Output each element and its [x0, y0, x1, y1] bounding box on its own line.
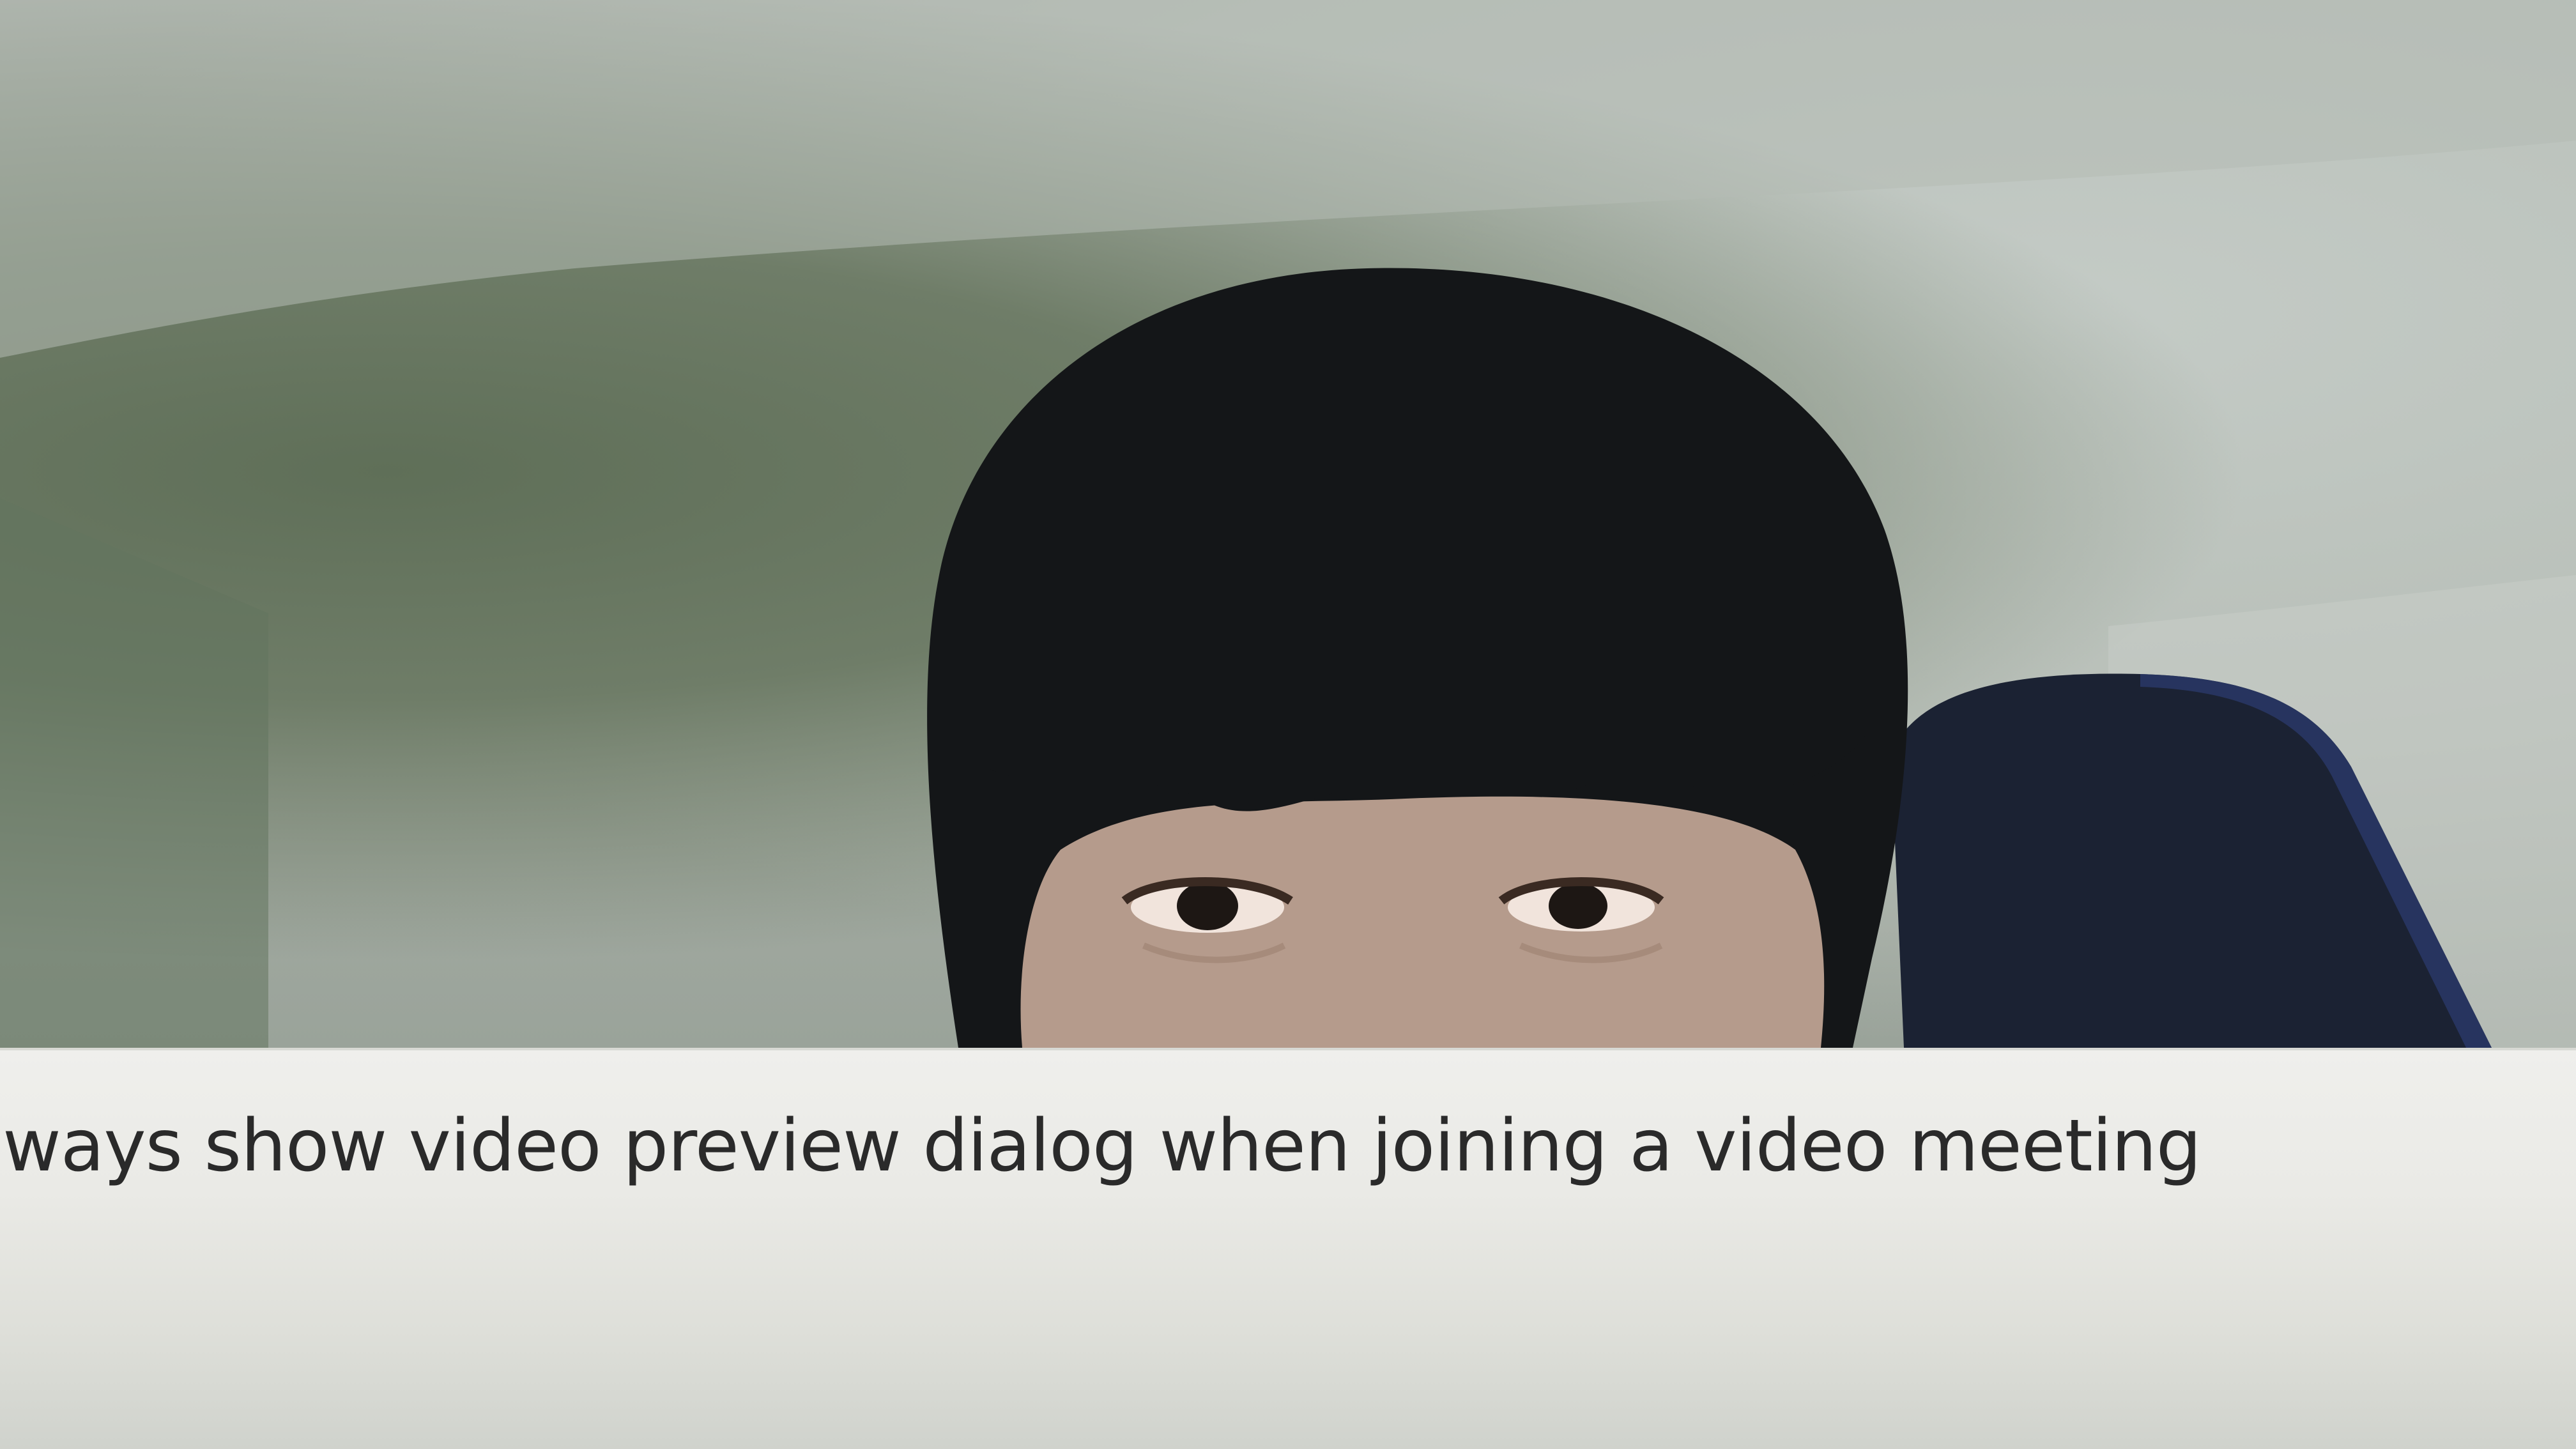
screen: lways show video preview dialog when joi… [0, 0, 2576, 1449]
video-settings-panel: lways show video preview dialog when joi… [0, 1048, 2576, 1449]
camera-preview [0, 0, 2576, 1048]
video-preview-option-label[interactable]: lways show video preview dialog when joi… [0, 1101, 2202, 1191]
camera-feed-image [0, 0, 2576, 1048]
video-preview-option-row[interactable]: lways show video preview dialog when joi… [0, 1101, 2202, 1191]
